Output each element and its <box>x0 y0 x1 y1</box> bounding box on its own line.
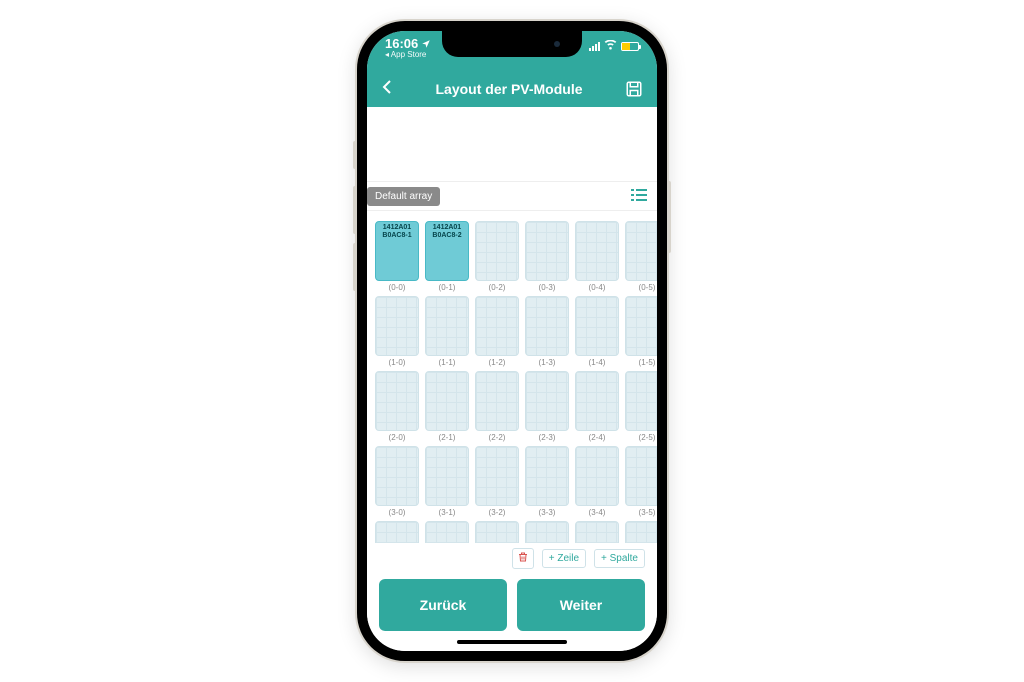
module-cell[interactable]: 1412A01B0AC8-1 <box>375 221 419 281</box>
cell-coord: (2-2) <box>489 433 506 442</box>
module-cell[interactable] <box>625 446 657 506</box>
module-cell[interactable]: 1412A01B0AC8-2 <box>425 221 469 281</box>
screen: 16:06 ◂ App Store Layout der PV-Module <box>367 31 657 651</box>
cell-coord: (2-1) <box>439 433 456 442</box>
module-cell[interactable] <box>575 446 619 506</box>
module-cell[interactable] <box>575 371 619 431</box>
volume-up <box>353 186 357 234</box>
add-row-button[interactable]: + Zeile <box>542 549 586 568</box>
module-cell[interactable] <box>475 446 519 506</box>
clock: 16:06 <box>385 37 418 51</box>
module-cell[interactable] <box>375 296 419 356</box>
camera-dot <box>554 41 560 47</box>
module-cell[interactable] <box>475 221 519 281</box>
module-cell[interactable] <box>525 371 569 431</box>
array-chip[interactable]: Default array <box>367 187 440 206</box>
array-bar: Default array <box>367 181 657 211</box>
wifi-icon <box>604 40 617 53</box>
module-grid: 1412A01B0AC8-1 (0-0) 1412A01B0AC8-2 (0-1) (0… <box>375 221 657 543</box>
mute-switch <box>353 141 357 169</box>
cell-coord: (0-5) <box>639 283 656 292</box>
location-icon <box>421 39 431 49</box>
cell-coord: (1-4) <box>589 358 606 367</box>
cell-coord: (1-5) <box>639 358 656 367</box>
add-col-button[interactable]: + Spalte <box>594 549 645 568</box>
cell-coord: (0-3) <box>539 283 556 292</box>
module-cell[interactable] <box>375 446 419 506</box>
content-area: Default array 1412A01B0AC8-1(0-0)1412A01… <box>367 107 657 651</box>
module-cell[interactable] <box>425 446 469 506</box>
cell-coord: (1-1) <box>439 358 456 367</box>
cell-coord: (3-2) <box>489 508 506 517</box>
cell-coord: (2-5) <box>639 433 656 442</box>
back-footer-button[interactable]: Zurück <box>379 579 507 631</box>
cell-coord: (0-1) <box>439 283 456 292</box>
cell-coord: (3-0) <box>389 508 406 517</box>
power-button <box>667 181 671 253</box>
module-cell[interactable] <box>375 521 419 543</box>
cell-coord: (3-5) <box>639 508 656 517</box>
volume-down <box>353 243 357 291</box>
cell-coord: (2-3) <box>539 433 556 442</box>
phone-frame: 16:06 ◂ App Store Layout der PV-Module <box>357 21 667 661</box>
module-cell[interactable] <box>575 221 619 281</box>
module-cell[interactable] <box>575 521 619 543</box>
cell-coord: (2-0) <box>389 433 406 442</box>
cell-coord: (0-4) <box>589 283 606 292</box>
cell-coord: (1-3) <box>539 358 556 367</box>
module-cell[interactable] <box>425 521 469 543</box>
module-cell[interactable] <box>475 521 519 543</box>
module-cell[interactable] <box>475 296 519 356</box>
nav-bar: Layout der PV-Module <box>367 71 657 107</box>
battery-icon <box>621 42 639 51</box>
module-cell[interactable] <box>375 371 419 431</box>
page-title: Layout der PV-Module <box>435 81 582 97</box>
return-to-app[interactable]: ◂ App Store <box>385 51 431 60</box>
module-cell[interactable] <box>425 296 469 356</box>
module-cell[interactable] <box>625 221 657 281</box>
cell-coord: (2-4) <box>589 433 606 442</box>
cell-signal-icon <box>589 42 600 51</box>
cell-coord: (3-1) <box>439 508 456 517</box>
notch <box>442 31 582 57</box>
module-cell[interactable] <box>525 221 569 281</box>
next-footer-button[interactable]: Weiter <box>517 579 645 631</box>
empty-panel <box>367 107 657 181</box>
footer-buttons: Zurück Weiter <box>367 573 657 633</box>
cell-coord: (3-3) <box>539 508 556 517</box>
module-cell[interactable] <box>525 446 569 506</box>
home-indicator[interactable] <box>367 633 657 651</box>
module-cell[interactable] <box>625 521 657 543</box>
list-view-icon[interactable] <box>631 188 647 205</box>
cell-coord: (0-0) <box>389 283 406 292</box>
module-cell[interactable] <box>475 371 519 431</box>
cell-coord: (3-4) <box>589 508 606 517</box>
module-cell[interactable] <box>625 371 657 431</box>
module-cell[interactable] <box>425 371 469 431</box>
cell-coord: (0-2) <box>489 283 506 292</box>
save-button[interactable] <box>625 80 643 98</box>
delete-button[interactable] <box>512 548 534 569</box>
cell-coord: (1-0) <box>389 358 406 367</box>
module-grid-scroll[interactable]: 1412A01B0AC8-1 (0-0) 1412A01B0AC8-2 (0-1) (0… <box>367 211 657 543</box>
module-cell[interactable] <box>525 521 569 543</box>
module-cell[interactable] <box>525 296 569 356</box>
module-cell[interactable] <box>575 296 619 356</box>
cell-coord: (1-2) <box>489 358 506 367</box>
module-cell[interactable] <box>625 296 657 356</box>
back-button[interactable] <box>381 79 393 100</box>
grid-toolbar: + Zeile + Spalte <box>367 543 657 573</box>
